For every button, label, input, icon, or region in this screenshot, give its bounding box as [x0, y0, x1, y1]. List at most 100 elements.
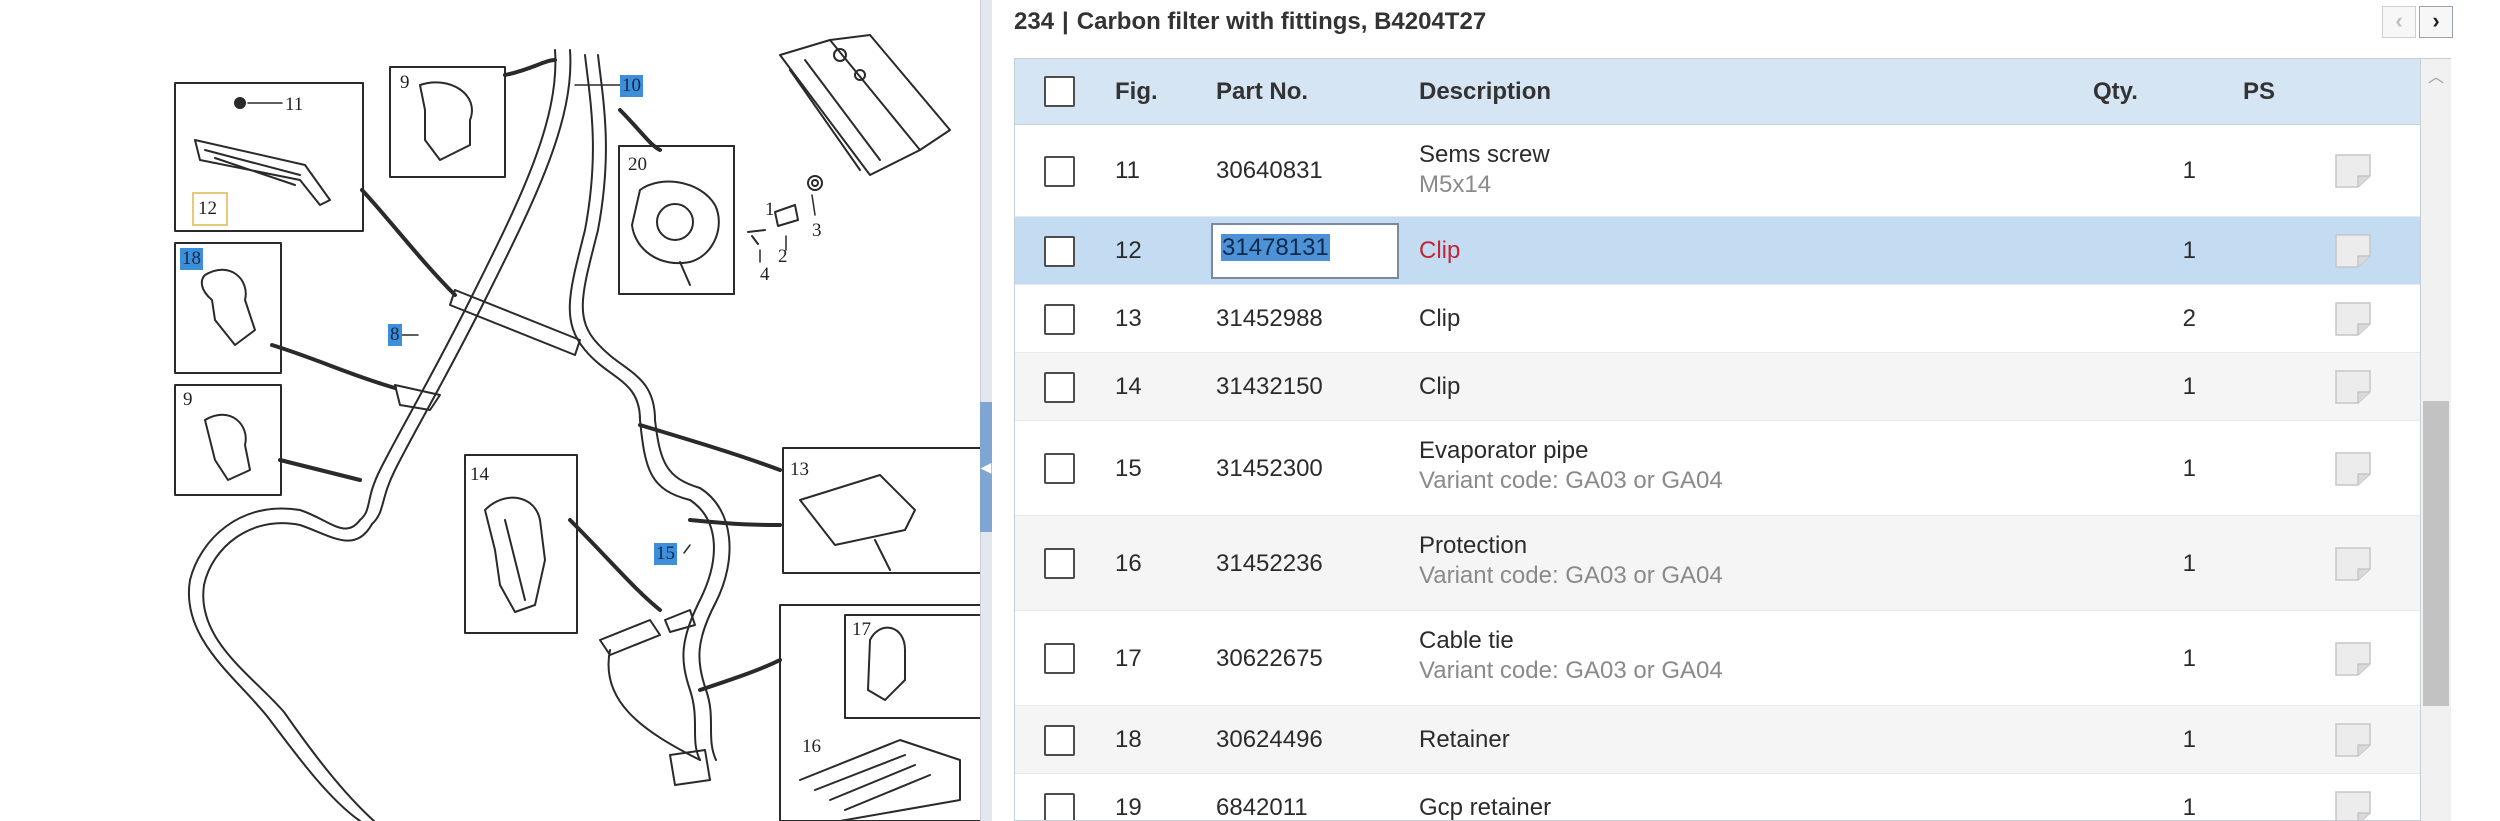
part-description: Clip — [1419, 237, 1461, 264]
fig-number: 14 — [1115, 373, 1142, 400]
column-header-fig[interactable]: Fig. — [1115, 78, 1158, 106]
group-navigation: ‹ › — [2382, 6, 2453, 38]
svg-text:4: 4 — [760, 264, 770, 285]
column-header-part-no[interactable]: Part No. — [1216, 78, 1308, 106]
table-row[interactable]: 17 30622675 Cable tie Variant code: GA03 or… — [1015, 611, 2420, 706]
part-variant-note: Variant code: GA03 or GA04 — [1419, 467, 1723, 494]
part-description: Gcp retainer — [1419, 794, 1552, 821]
document-icon[interactable] — [2335, 451, 2371, 486]
part-quantity: 1 — [2182, 726, 2196, 753]
row-checkbox[interactable] — [1044, 453, 1075, 484]
part-number-field[interactable]: 31478131 — [1211, 223, 1399, 279]
document-icon[interactable] — [2335, 791, 2371, 821]
scrollbar-thumb[interactable] — [2423, 401, 2449, 706]
part-description: Sems screw — [1419, 141, 1550, 168]
row-checkbox[interactable] — [1044, 235, 1075, 267]
document-icon[interactable] — [2335, 154, 2371, 188]
part-number[interactable]: 30624496 — [1216, 726, 1323, 754]
part-number-selected-text: 31478131 — [1221, 234, 1330, 261]
parts-list-pane: 234 | Carbon filter with fittings, B4204T2… — [992, 0, 2500, 821]
svg-text:17: 17 — [852, 619, 871, 640]
chevron-right-icon[interactable]: › — [2419, 6, 2453, 38]
svg-text:20: 20 — [628, 154, 647, 175]
column-header-ps[interactable]: PS — [2243, 78, 2275, 106]
part-number[interactable]: 30622675 — [1216, 645, 1323, 673]
table-row[interactable]: 11 30640831 Sems screw M5x14 1 — [1015, 125, 2420, 217]
table-row[interactable]: 15 31452300 Evaporator pipe Variant code: G… — [1015, 421, 2420, 516]
group-title: 234 | Carbon filter with fittings, B4204T2… — [1014, 8, 1486, 38]
svg-text:9: 9 — [183, 389, 193, 410]
part-quantity: 1 — [2182, 237, 2196, 264]
chevron-left-icon[interactable]: ‹ — [2382, 6, 2416, 38]
fig-number: 16 — [1115, 549, 1142, 577]
fig-number: 13 — [1115, 305, 1142, 332]
svg-text:13: 13 — [790, 459, 809, 480]
column-header-qty[interactable]: Qty. — [2093, 78, 2138, 106]
row-checkbox[interactable] — [1044, 643, 1075, 674]
part-variant-note: Variant code: GA03 or GA04 — [1419, 562, 1723, 589]
exploded-diagram[interactable]: 11 9 9 20 4 2 3 14 13 17 16 1 12 10 18 8… — [0, 0, 985, 821]
diagram-label-15-highlighted[interactable]: 15 — [654, 543, 677, 565]
diagram-label-18-highlighted[interactable]: 18 — [180, 248, 203, 270]
table-row[interactable]: 16 31452236 Protection Variant code: GA03 o… — [1015, 516, 2420, 611]
part-quantity: 1 — [2182, 644, 2196, 672]
svg-text:1: 1 — [765, 199, 775, 220]
part-number[interactable]: 31452300 — [1216, 455, 1323, 483]
document-icon[interactable] — [2335, 234, 2371, 268]
vertical-scrollbar[interactable]: ︿ — [2421, 58, 2451, 821]
parts-table: Fig. Part No. Description Qty. PS 11 3064… — [1014, 58, 2421, 821]
part-variant-note: Variant code: GA03 or GA04 — [1419, 657, 1723, 684]
column-header-description[interactable]: Description — [1419, 78, 1551, 106]
fig-number: 11 — [1115, 157, 1140, 184]
title-separator: | — [1062, 8, 1069, 35]
part-number[interactable]: 6842011 — [1216, 794, 1308, 820]
row-checkbox[interactable] — [1044, 792, 1075, 820]
document-icon[interactable] — [2335, 641, 2371, 676]
fig-number: 17 — [1115, 644, 1142, 672]
part-quantity: 1 — [2182, 794, 2196, 821]
diagram-label-8-highlighted[interactable]: 8 — [388, 324, 402, 346]
part-description: Retainer — [1419, 726, 1510, 753]
diagram-drawing: 11 9 9 20 4 2 3 14 13 17 16 1 — [174, 34, 985, 821]
row-checkbox[interactable] — [1044, 371, 1075, 403]
select-all-checkbox[interactable] — [1044, 76, 1075, 107]
part-number[interactable]: 31452236 — [1216, 550, 1323, 578]
svg-text:14: 14 — [470, 464, 490, 485]
part-quantity: 1 — [2182, 373, 2196, 400]
fig-number: 19 — [1115, 794, 1142, 821]
table-row[interactable]: 14 31432150 Clip 1 — [1015, 353, 2420, 421]
parts-catalog-window: 11 9 9 20 4 2 3 14 13 17 16 1 12 10 18 8… — [0, 0, 2500, 821]
table-row[interactable]: 12 31478131 Clip 1 — [1015, 217, 2420, 285]
svg-text:2: 2 — [778, 246, 788, 267]
table-row[interactable]: 19 6842011 Gcp retainer 1 — [1015, 774, 2420, 821]
scroll-up-arrow-icon[interactable]: ︿ — [2421, 63, 2451, 86]
part-number[interactable]: 31452988 — [1216, 305, 1323, 333]
part-description: Cable tie — [1419, 627, 1514, 654]
document-icon[interactable] — [2335, 370, 2371, 404]
document-icon[interactable] — [2335, 546, 2371, 581]
group-name: Carbon filter with fittings, B4204T27 — [1076, 8, 1487, 35]
fig-number: 18 — [1115, 726, 1142, 753]
part-variant-note: M5x14 — [1419, 171, 1492, 198]
table-row[interactable]: 18 30624496 Retainer 1 — [1015, 706, 2420, 774]
part-number[interactable]: 30640831 — [1216, 157, 1323, 185]
table-row[interactable]: 13 31452988 Clip 2 — [1015, 285, 2420, 353]
row-checkbox[interactable] — [1044, 155, 1075, 187]
collapse-pane-icon[interactable]: ◀ — [980, 402, 992, 532]
svg-text:16: 16 — [802, 736, 821, 757]
document-icon[interactable] — [2335, 723, 2371, 757]
diagram-label-10-highlighted[interactable]: 10 — [620, 75, 643, 97]
svg-text:3: 3 — [812, 220, 822, 241]
part-description: Clip — [1419, 305, 1461, 332]
part-quantity: 1 — [2182, 454, 2196, 482]
part-number[interactable]: 31432150 — [1216, 373, 1323, 401]
row-checkbox[interactable] — [1044, 724, 1075, 756]
part-quantity: 2 — [2182, 305, 2196, 332]
row-checkbox[interactable] — [1044, 303, 1075, 335]
diagram-label-12[interactable]: 12 — [192, 192, 228, 226]
part-quantity: 1 — [2182, 157, 2196, 184]
row-checkbox[interactable] — [1044, 548, 1075, 579]
fig-number: 12 — [1115, 237, 1142, 264]
table-header: Fig. Part No. Description Qty. PS — [1015, 59, 2420, 125]
document-icon[interactable] — [2335, 302, 2371, 336]
